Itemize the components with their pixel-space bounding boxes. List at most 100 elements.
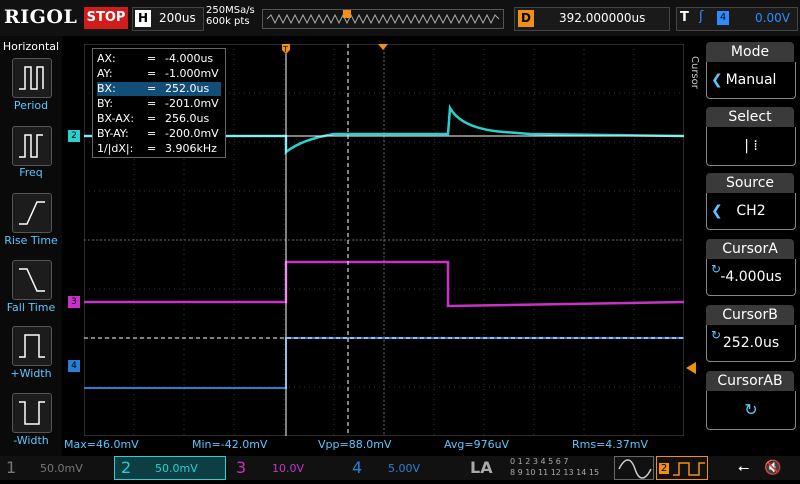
source-selector[interactable]: ❮ CH2 xyxy=(706,193,796,230)
speaker-muted-icon[interactable]: 🔇 xyxy=(764,456,788,480)
ch4-offset-marker[interactable]: 4 xyxy=(68,360,80,372)
ch3-number: 3 xyxy=(236,458,247,477)
chevron-left-icon: ❮ xyxy=(711,72,723,88)
ch3-tab[interactable]: 3 10.0V xyxy=(230,456,342,480)
readout-row-bx: BX: = 252.0us xyxy=(97,82,221,96)
rotate-knob-icon: ↻ xyxy=(744,400,758,419)
rise-time-icon xyxy=(19,201,45,225)
timebase-box[interactable]: H 200us xyxy=(132,7,204,31)
readout-row-ay: AY: = -1.000mV xyxy=(97,67,219,80)
cursor-ab-title: CursorAB xyxy=(706,371,794,391)
acquisition-info: 250MSa/s 600k pts xyxy=(206,5,255,27)
cursor-a-value: -4.000us xyxy=(720,269,782,285)
negative-width-icon xyxy=(19,401,45,425)
generator-2-tab[interactable]: 2 xyxy=(656,456,708,480)
frequency-icon xyxy=(19,134,43,158)
rising-edge-icon: ʃ xyxy=(699,9,704,24)
ch4-tab[interactable]: 4 5.00V xyxy=(346,456,458,480)
cursor-b-knob[interactable]: ↻ 252.0us xyxy=(706,325,796,362)
ch3-offset-marker[interactable]: 3 xyxy=(68,296,80,308)
readout-row-bx-ax: BX-AX: = 256.0us xyxy=(97,112,210,125)
select-button[interactable]: | ⁞ xyxy=(706,127,796,166)
positive-width-label: +Width xyxy=(10,367,52,380)
meas-min: Min=-42.0mV xyxy=(192,438,268,451)
rotate-knob-icon: ↻ xyxy=(711,328,722,342)
chevron-left-icon: ❮ xyxy=(711,203,723,219)
select-title: Select xyxy=(706,107,794,127)
period-button[interactable] xyxy=(12,58,52,98)
fall-time-button[interactable] xyxy=(12,260,52,300)
mode-title: Mode xyxy=(706,42,794,62)
logic-analyzer-tab[interactable]: LA 0 1 2 3 4 5 6 7 8 9 10 11 12 13 14 15 xyxy=(462,456,610,480)
readout-row-by-ay: BY-AY: = -200.0mV xyxy=(97,127,219,140)
rise-time-label: Rise Time xyxy=(4,234,58,247)
memory-overview-bar xyxy=(262,9,504,29)
horizontal-label: H xyxy=(135,10,151,27)
meas-avg: Avg=976uV xyxy=(444,438,510,451)
positive-width-icon xyxy=(19,334,45,358)
positive-width-button[interactable] xyxy=(12,326,52,366)
channel-status-bar: 1 50.0mV 2 50.0mV 3 10.0V 4 5.00V LA 0 1… xyxy=(0,456,800,480)
memory-trigger-marker xyxy=(343,10,351,18)
freq-button[interactable] xyxy=(12,126,52,166)
cursor-ab-knob[interactable]: ↻ xyxy=(706,391,796,430)
generator-1-tab[interactable] xyxy=(614,456,654,480)
meas-rms: Rms=4.37mV xyxy=(572,438,649,451)
fall-time-label: Fall Time xyxy=(6,301,56,314)
la-label: LA xyxy=(470,458,493,477)
delay-box[interactable]: D 392.000000us xyxy=(514,7,670,31)
delay-label: D xyxy=(518,10,534,27)
sample-rate: 250MSa/s xyxy=(206,5,255,16)
fall-time-icon xyxy=(19,268,45,292)
period-label: Period xyxy=(13,99,49,112)
timebase-value: 200us xyxy=(159,11,196,25)
ch1-number: 1 xyxy=(6,458,17,477)
ch2-tab[interactable]: 2 50.0mV xyxy=(114,456,226,480)
cursor-readout-box: AX: = -4.000us AY: = -1.000mV BX: = 252.0us BY… xyxy=(92,48,226,158)
negative-width-label: -Width xyxy=(13,434,49,447)
rise-time-button[interactable] xyxy=(12,193,52,233)
meas-max: Max=46.0mV xyxy=(64,438,139,451)
rotate-knob-icon: ↻ xyxy=(711,262,722,276)
trigger-level-value: 0.00V xyxy=(755,11,790,25)
freq-label: Freq xyxy=(19,166,43,179)
ch2-number: 2 xyxy=(121,458,132,477)
brand-logo: RIGOL xyxy=(4,6,78,28)
mode-value: Manual xyxy=(725,72,777,88)
run-stop-status[interactable]: STOP xyxy=(84,7,128,29)
measurement-bar: Max=46.0mV Min=-42.0mV Vpp=88.0mV Avg=97… xyxy=(62,436,700,454)
select-value: | ⁞ xyxy=(744,138,758,154)
readout-row-freq: 1/|dX|: = 3.906kHz xyxy=(97,142,217,155)
ch2-offset-marker[interactable]: 2 xyxy=(68,130,80,142)
cursor-b-value: 252.0us xyxy=(722,335,780,351)
top-status-bar: RIGOL STOP H 200us 250MSa/s 600k pts D 3… xyxy=(0,0,800,36)
readout-row-ax: AX: = -4.000us xyxy=(97,52,214,65)
trigger-position-label: T xyxy=(282,45,288,54)
memory-overview-waveform xyxy=(266,13,500,25)
square-wave-icon xyxy=(673,462,705,476)
menu-side-label: Cursor xyxy=(689,56,700,89)
ch3-scale: 10.0V xyxy=(272,462,305,475)
trigger-box[interactable]: T ʃ 4 0.00V xyxy=(676,7,798,31)
ch4-number: 4 xyxy=(352,458,363,477)
mode-selector[interactable]: ❮ Manual xyxy=(706,62,796,99)
trigger-label: T xyxy=(680,10,689,25)
delay-value: 392.000000us xyxy=(559,11,646,25)
negative-width-button[interactable] xyxy=(12,393,52,433)
trigger-source-badge: 4 xyxy=(717,11,729,25)
usb-icon: ⭠ xyxy=(738,460,750,476)
readout-row-by: BY: = -201.0mV xyxy=(97,97,219,110)
trigger-level-marker[interactable] xyxy=(686,362,696,374)
ch2-scale: 50.0mV xyxy=(155,462,198,475)
sine-wave-icon xyxy=(618,459,652,479)
source-title: Source xyxy=(706,173,794,193)
source-value: CH2 xyxy=(736,203,766,219)
measure-category-title: Horizontal xyxy=(2,40,60,53)
ch1-scale: 50.0mV xyxy=(40,462,83,475)
ch1-tab[interactable]: 1 50.0mV xyxy=(0,456,112,480)
cursor-a-knob[interactable]: ↻ -4.000us xyxy=(706,259,796,296)
period-icon xyxy=(19,66,44,90)
ch4-scale: 5.00V xyxy=(388,462,421,475)
la-channels-low: 0 1 2 3 4 5 6 7 xyxy=(510,457,569,466)
la-channels-high: 8 9 10 11 12 13 14 15 xyxy=(510,468,600,477)
